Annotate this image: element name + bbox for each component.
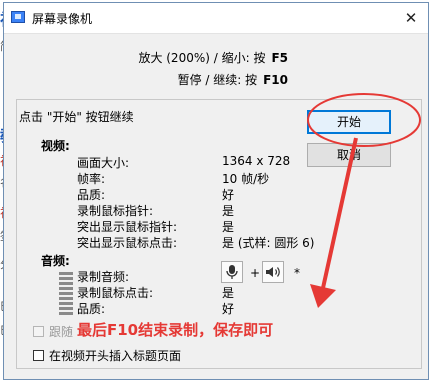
annotation-text: 最后F10结束录制，保存即可 (77, 321, 274, 339)
annotation-arrow-head (310, 284, 336, 308)
highlight-circle (307, 93, 421, 147)
annotation-arrow-shaft (321, 137, 358, 289)
